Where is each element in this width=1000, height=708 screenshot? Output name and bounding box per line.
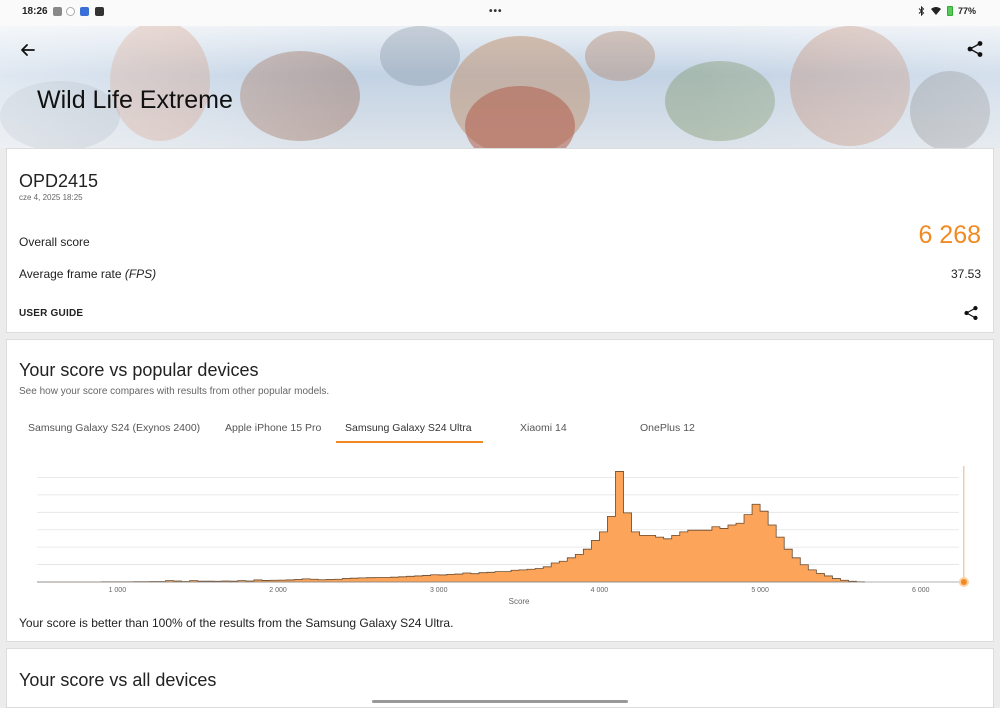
status-right: 77% [918,6,976,16]
notification-icon [95,7,104,16]
comparison-title: Your score vs popular devices [19,360,259,380]
x-tick-label: 5 000 [751,587,769,594]
share-icon[interactable] [963,305,979,321]
x-tick-label: 2 000 [269,587,287,594]
chart-grid [37,477,959,565]
home-indicator[interactable] [372,700,628,703]
share-icon[interactable] [966,40,984,58]
fps-value: 37.53 [950,267,981,281]
all-devices-title: Your score vs all devices [19,670,217,690]
overall-score-label: Overall score [19,235,90,249]
fps-label: Average frame rate (FPS) [19,267,156,281]
tab-samsung-s24-exynos[interactable]: Samsung Galaxy S24 (Exynos 2400) [28,422,200,434]
battery-level: 77% [957,6,976,16]
fps-label-text: Average frame rate [19,267,122,281]
tab-samsung-s24-ultra[interactable]: Samsung Galaxy S24 Ultra [345,422,472,434]
wifi-icon [930,7,941,15]
battery-icon [946,6,953,16]
status-time: 18:26 [22,6,48,17]
notification-icon [66,7,75,16]
all-devices-card: Your score vs all devices [6,648,994,708]
x-tick-label: 3 000 [430,587,448,594]
score-marker-dot [958,577,969,587]
status-bar: 18:26 ••• 77% [0,0,1000,26]
x-tick-label: 6 000 [912,587,930,594]
more-dots-icon[interactable]: ••• [489,6,503,17]
active-tab-indicator [336,441,483,443]
comparison-subtitle: See how your score compares with results… [19,386,330,397]
user-guide-link[interactable]: USER GUIDE [19,308,83,319]
x-tick-label: 4 000 [591,587,609,594]
device-name: OPD2415 [19,171,99,191]
notification-icon [53,7,62,16]
x-axis-ticks: 1 000 2 000 3 000 4 000 5 000 6 000 [109,587,930,594]
result-card: OPD2415 cze 4, 2025 18:25 Overall score … [6,148,994,333]
arrow-left-icon[interactable] [18,40,38,60]
comparison-result: Your score is better than 100% of the re… [19,616,454,630]
score-distribution-chart: 1 000 2 000 3 000 4 000 5 000 6 000 Score [37,466,969,606]
comparison-card: Your score vs popular devices See how yo… [6,339,994,642]
device-tabs: Samsung Galaxy S24 (Exynos 2400) Apple i… [7,414,707,444]
fps-unit: (FPS) [124,267,157,281]
result-date: cze 4, 2025 18:25 [19,193,83,202]
x-tick-label: 1 000 [109,587,127,594]
tab-oneplus-12[interactable]: OnePlus 12 [640,422,695,434]
tab-iphone-15-pro[interactable]: Apple iPhone 15 Pro [225,422,321,434]
page-title: Wild Life Extreme [37,86,233,114]
notification-icon [80,7,89,16]
distribution-area [37,471,865,583]
tab-xiaomi-14[interactable]: Xiaomi 14 [520,422,567,434]
x-axis-label: Score [509,597,530,606]
bluetooth-icon [918,6,925,16]
overall-score-value: 6 268 [918,221,981,249]
hero-banner: Wild Life Extreme [0,26,1000,148]
